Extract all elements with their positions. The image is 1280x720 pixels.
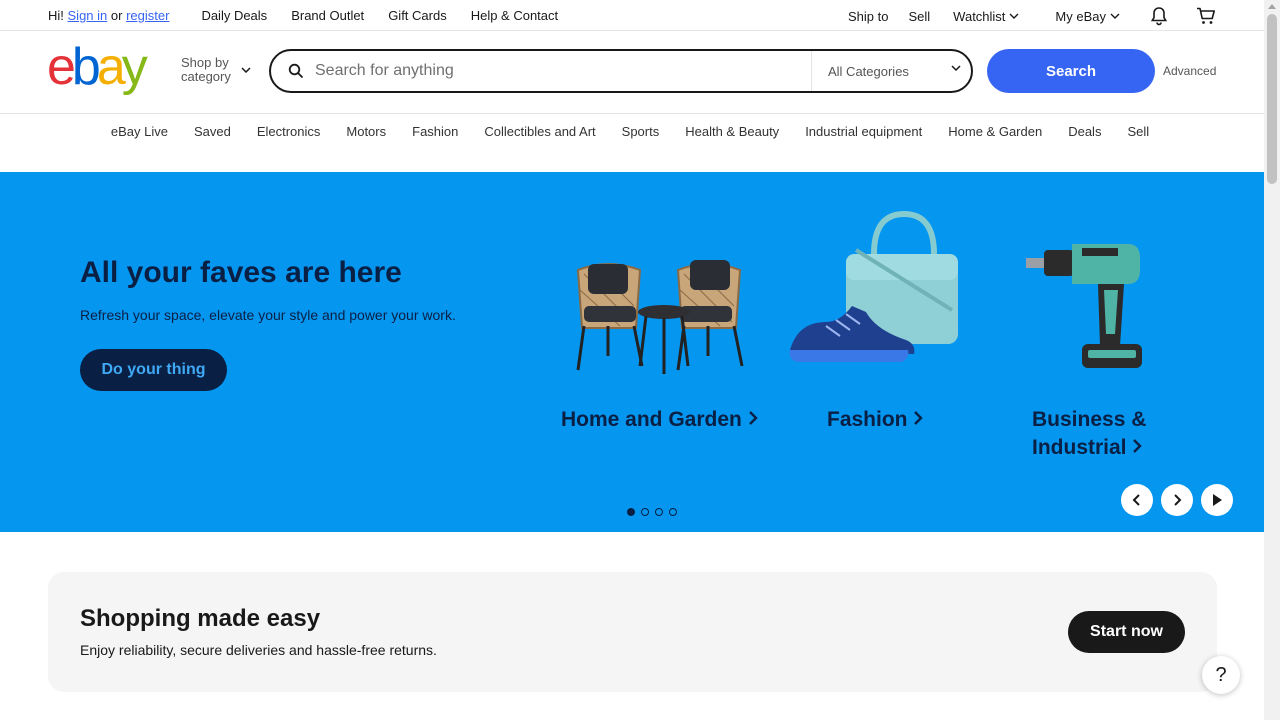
nav-item-health-beauty[interactable]: Health & Beauty — [685, 124, 779, 139]
carousel-dot-2[interactable] — [641, 508, 649, 516]
top-left-links: Hi! Sign in or register Daily Deals Bran… — [48, 8, 558, 23]
tile-fashion-text: Fashion — [827, 408, 908, 431]
tile-business-line1: Business & — [1032, 408, 1147, 431]
carousel-prev-button[interactable] — [1121, 484, 1153, 516]
chevron-down-icon — [1009, 13, 1019, 19]
search-icon — [288, 63, 304, 79]
logo-letter-b: b — [71, 38, 101, 96]
help-button[interactable]: ? — [1202, 656, 1240, 694]
easy-subtitle: Enjoy reliability, secure deliveries and… — [80, 642, 437, 658]
logo-letter-y: y — [121, 38, 148, 96]
carousel-dot-1[interactable] — [627, 508, 635, 516]
watchlist-label: Watchlist — [953, 8, 1006, 24]
daily-deals-link[interactable]: Daily Deals — [201, 8, 267, 23]
power-drill-image — [1026, 244, 1142, 368]
hero-cta-button[interactable]: Do your thing — [80, 349, 227, 391]
play-icon — [1213, 494, 1222, 506]
or-text: or — [110, 8, 123, 23]
chevron-right-icon — [914, 411, 924, 425]
sell-label: Sell — [908, 8, 931, 24]
chevron-down-icon — [241, 67, 251, 73]
tile-home-garden-text: Home and Garden — [561, 408, 742, 431]
tile-business-industrial-label: Business & Industrial — [1032, 406, 1146, 462]
category-select-value: All Categories — [828, 63, 909, 79]
nav-item-fashion[interactable]: Fashion — [412, 124, 458, 139]
main-header: ebay Shop by category All Categories Sea… — [0, 31, 1264, 114]
page-scrollbar[interactable] — [1264, 0, 1280, 720]
hero-carousel: All your faves are here Refresh your spa… — [0, 172, 1264, 532]
advanced-search-link[interactable]: Advanced — [1163, 64, 1216, 78]
logo-letter-a: a — [96, 38, 126, 96]
nav-item-electronics[interactable]: Electronics — [257, 124, 321, 139]
tile-fashion-label: Fashion — [827, 406, 924, 434]
search-input[interactable] — [315, 59, 795, 83]
nav-item-home-garden[interactable]: Home & Garden — [948, 124, 1042, 139]
carousel-next-button[interactable] — [1161, 484, 1193, 516]
my-ebay-label: My eBay — [1055, 8, 1106, 24]
greeting-text: Hi! — [48, 8, 64, 23]
shop-by-label: Shop by category — [181, 56, 231, 84]
nav-item-ebay-live[interactable]: eBay Live — [111, 124, 168, 139]
carousel-pagination — [627, 508, 677, 516]
category-select[interactable]: All Categories — [811, 51, 973, 91]
bell-icon[interactable] — [1150, 6, 1168, 26]
chevron-down-icon — [1110, 13, 1120, 19]
chevron-right-icon — [748, 411, 758, 425]
ship-to-button[interactable]: Ship to — [848, 9, 888, 24]
brand-outlet-link[interactable]: Brand Outlet — [291, 8, 364, 23]
carousel-play-button[interactable] — [1201, 484, 1233, 516]
watchlist-dropdown[interactable]: Watchlist — [953, 9, 1019, 24]
register-link[interactable]: register — [126, 8, 169, 23]
nav-item-industrial[interactable]: Industrial equipment — [805, 124, 922, 139]
chevron-left-icon — [1132, 494, 1140, 506]
scrollbar-thumb[interactable] — [1267, 14, 1277, 184]
top-right-links: Ship to Sell Watchlist My eBay — [848, 6, 1216, 26]
gift-cards-link[interactable]: Gift Cards — [388, 8, 447, 23]
hero-subtitle: Refresh your space, elevate your style a… — [80, 307, 456, 323]
tile-business-line2: Industrial — [1032, 436, 1127, 459]
nav-item-saved[interactable]: Saved — [194, 124, 231, 139]
nav-item-sports[interactable]: Sports — [622, 124, 660, 139]
search-bar: All Categories — [269, 49, 973, 93]
shop-by-category-button[interactable]: Shop by category — [181, 56, 251, 84]
top-utility-bar: Hi! Sign in or register Daily Deals Bran… — [0, 0, 1264, 31]
bag-and-sneaker-image — [789, 210, 958, 362]
tile-home-garden-label: Home and Garden — [561, 406, 758, 434]
cart-icon[interactable] — [1196, 7, 1216, 25]
category-nav: eBay Live Saved Electronics Motors Fashi… — [0, 114, 1264, 150]
carousel-dot-3[interactable] — [655, 508, 663, 516]
search-button[interactable]: Search — [987, 49, 1155, 93]
patio-furniture-image — [576, 260, 744, 374]
scroll-up-arrow[interactable] — [1268, 4, 1276, 9]
chevron-right-icon — [1133, 439, 1143, 453]
hero-title: All your faves are here — [80, 256, 402, 289]
logo-letter-e: e — [47, 38, 76, 96]
start-now-button[interactable]: Start now — [1068, 611, 1185, 653]
sign-in-link[interactable]: Sign in — [68, 8, 108, 23]
nav-item-motors[interactable]: Motors — [346, 124, 386, 139]
nav-item-collectibles[interactable]: Collectibles and Art — [484, 124, 595, 139]
easy-title: Shopping made easy — [80, 605, 321, 632]
chevron-down-icon — [951, 65, 961, 71]
nav-item-deals[interactable]: Deals — [1068, 124, 1101, 139]
nav-item-sell[interactable]: Sell — [1127, 124, 1149, 139]
chevron-right-icon — [1174, 494, 1182, 506]
my-ebay-dropdown[interactable]: My eBay — [1055, 9, 1120, 24]
ebay-logo[interactable]: ebay — [47, 38, 148, 96]
ship-to-label: Ship to — [848, 8, 889, 24]
help-contact-link[interactable]: Help & Contact — [471, 8, 558, 23]
shopping-made-easy-banner: Shopping made easy Enjoy reliability, se… — [48, 572, 1217, 692]
shop-by-line2: category — [181, 69, 231, 84]
carousel-dot-4[interactable] — [669, 508, 677, 516]
shop-by-line1: Shop by — [181, 55, 229, 70]
sell-link[interactable]: Sell — [908, 9, 930, 24]
